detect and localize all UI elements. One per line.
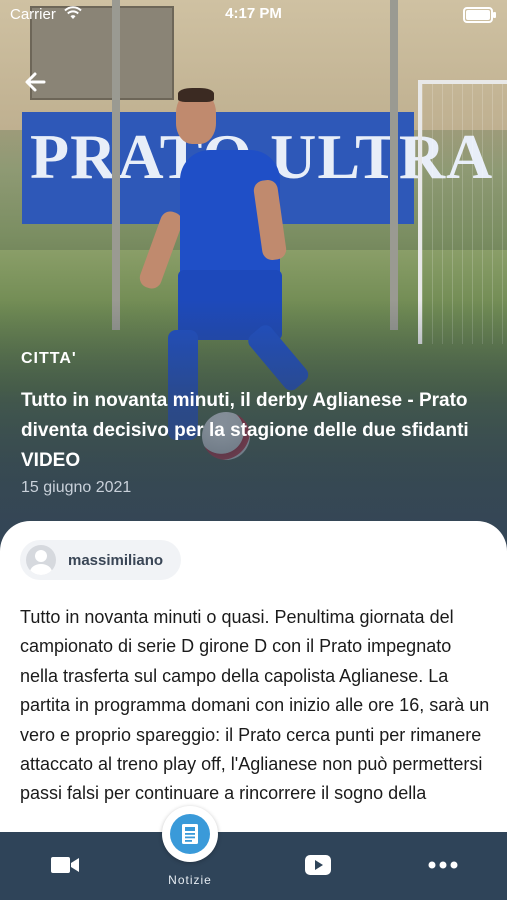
tab-bar: [0, 832, 507, 900]
hero-image: PRATO ULTRA: [0, 0, 507, 560]
video-camera-icon[interactable]: [50, 854, 80, 876]
article-title: Tutto in novanta minuti, il derby Aglian…: [21, 390, 469, 471]
fence-pole: [112, 0, 120, 330]
fence-pole: [390, 0, 398, 330]
play-button-icon[interactable]: [304, 854, 332, 876]
battery-icon: [463, 7, 496, 23]
newspaper-icon: [182, 824, 198, 844]
status-bar: Carrier 4:17 PM: [0, 0, 507, 28]
back-arrow-icon[interactable]: [20, 66, 52, 98]
article-date: 15 giugno 2021: [21, 479, 132, 496]
notizie-icon-bg: [170, 814, 210, 854]
avatar: [26, 545, 56, 575]
clock: 4:17 PM: [225, 5, 282, 22]
author-chip[interactable]: massimiliano: [20, 540, 182, 580]
author-name: massimiliano: [68, 551, 164, 569]
player-hair: [178, 88, 214, 102]
more-dots-icon[interactable]: [428, 860, 458, 870]
tab-notizie-label[interactable]: Notizie: [150, 873, 230, 887]
article-category[interactable]: CITTA': [21, 350, 77, 368]
tab-notizie[interactable]: [162, 806, 218, 862]
article-body: Tutto in novanta minuti o quasi. Penulti…: [20, 607, 490, 804]
